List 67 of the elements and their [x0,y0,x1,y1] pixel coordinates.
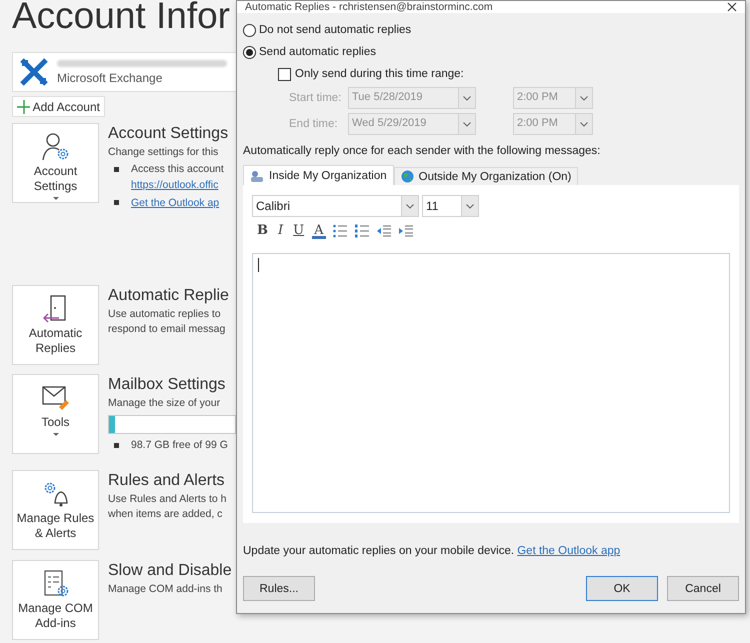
section-description: when items are added, c [108,507,224,522]
link[interactable]: https://outlook.offic [131,177,224,193]
radio-option[interactable]: Do not send automatic replies [243,19,739,41]
page-title: Account Infor [12,0,232,38]
dialog-button[interactable]: Rules... [243,576,315,601]
section-description: Change settings for this [108,145,220,160]
color-button[interactable]: A [312,223,326,239]
chevron-down-icon [463,122,471,126]
tab[interactable]: Inside My Organization [243,165,394,185]
add-account-button[interactable]: Add Account [12,96,105,117]
section-heading: Automatic Replie [108,287,230,305]
tile-button[interactable]: Automatic Replies [12,285,99,365]
tile-button[interactable]: Manage Rules & Alerts [12,470,99,550]
section-description: Use automatic replies to [108,307,222,322]
chevron-down-icon [406,204,414,208]
section-description: Manage COM add-ins th [108,582,224,597]
decrease-indent-icon[interactable] [376,224,392,238]
people-icon [250,170,264,182]
instruction-text: Automatically reply once for each sender with the following messages: [243,145,602,157]
italic-button[interactable]: I [276,223,286,239]
section-description: Use Rules and Alerts to h [108,492,228,507]
chevron-down-icon [580,122,588,126]
radio-button[interactable] [243,24,256,36]
section-heading: Mailbox Settings [108,376,226,394]
section-description: respond to email messag [108,322,226,337]
link[interactable]: Get the Outlook ap [131,195,220,211]
caret-icon [52,197,58,201]
section-heading: Rules and Alerts [108,472,226,490]
dialog-button[interactable]: Cancel [667,576,739,601]
font-size-dropdown[interactable]: 11 [422,195,479,217]
radio-option[interactable]: Send automatic replies [243,41,739,63]
person-gear-icon [40,132,70,162]
font-dropdown[interactable]: Calibri [252,195,419,217]
time-label: End time: [289,118,339,130]
bulleted-list-icon[interactable] [332,224,348,238]
bullet-icon [114,200,119,205]
chevron-down-icon [463,96,471,100]
increase-indent-icon[interactable] [398,224,414,238]
time-label: Start time: [289,92,342,104]
plus-icon [17,100,30,114]
bullet-text: Access this account [131,162,224,177]
tile-button[interactable]: Account Settings [12,123,99,203]
checkbox-label: Only send during this time range: [295,68,464,80]
bullet-icon [114,443,119,448]
radio-button[interactable] [243,46,256,58]
section-description: Manage the size of your [108,396,222,411]
chevron-down-icon [466,204,474,208]
tile-button[interactable]: Tools [12,374,99,454]
dialog-title: Automatic Replies - rchristensen@brainstorminc.com [245,1,493,13]
bullet-text: 98.7 GB free of 99 G [131,438,228,453]
chevron-down-icon [580,96,588,100]
section-heading: Account Settings [108,125,230,143]
close-icon[interactable] [727,2,737,12]
outlook-app-link[interactable]: Get the Outlook app [517,545,620,557]
footer-text: Update your automatic replies on your mobile device. [243,545,514,557]
caret-icon [52,433,58,437]
tile-button[interactable]: Manage COM Add-ins [12,560,99,640]
exchange-logo-icon [19,57,49,87]
bullet-icon [114,167,119,172]
tab[interactable]: Outside My Organization (On) [394,167,578,185]
bold-button[interactable]: B [255,223,270,239]
dialog-button[interactable]: OK [586,576,658,601]
globe-icon [400,170,414,183]
numbered-list-icon[interactable] [354,224,370,238]
underline-button[interactable]: U [291,223,306,239]
section-heading: Slow and Disable [108,562,233,580]
account-type: Microsoft Exchange [57,70,164,84]
